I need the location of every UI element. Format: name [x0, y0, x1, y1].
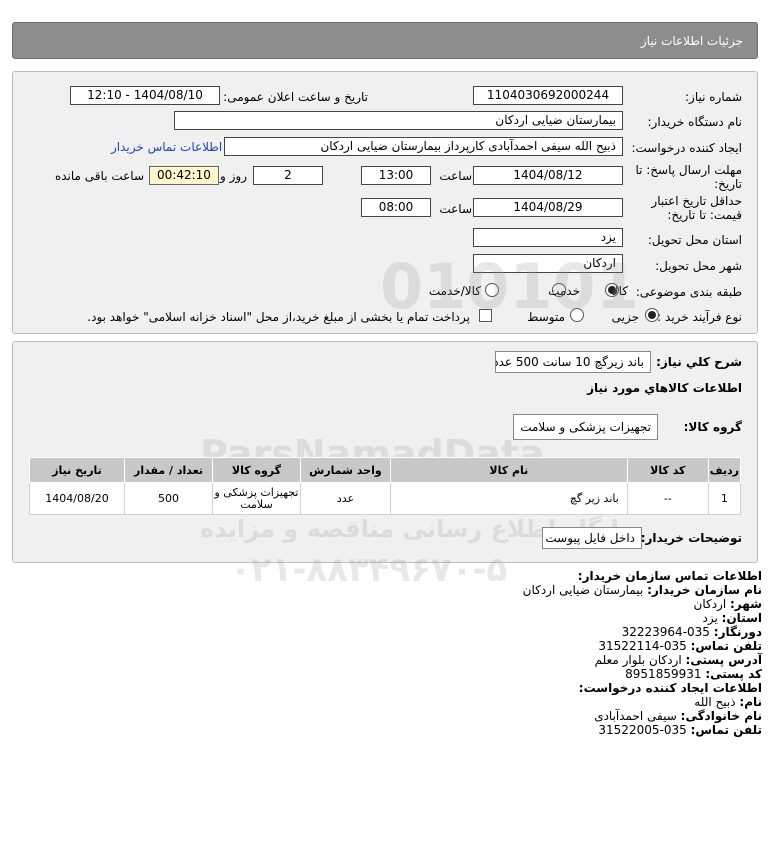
- contact-block: اطلاعات تماس سازمان خریدار: نام سازمان خ…: [432, 569, 762, 737]
- buyer-label: نام دستگاه خریدار:: [647, 115, 743, 129]
- page-title: جزئیات اطلاعات نیاز: [640, 34, 743, 48]
- items-table: ردیف کد کالا نام کالا واحد شمارش گروه کا…: [28, 457, 742, 515]
- col-header-unit: واحد شمارش: [299, 457, 391, 483]
- cell-name: باند زیر گچ: [389, 482, 628, 515]
- fax-value: 035-32223964: [621, 625, 710, 639]
- buyer-notes-field: داخل فایل پیوست: [542, 527, 642, 549]
- remaining-time-field: 00:42:10: [149, 166, 219, 185]
- buyer-notes-label: توضیحات خریدار:: [640, 531, 742, 545]
- need-number-label: شماره نیاز:: [685, 90, 742, 104]
- last-name-value: سیفی احمدآبادی: [594, 709, 677, 723]
- contact-city-value: اردکان: [693, 597, 727, 611]
- fax-label: دورنگار:: [713, 625, 762, 639]
- city-label: شهر محل تحویل:: [655, 259, 742, 273]
- col-header-group: گروه کالا: [211, 457, 301, 483]
- creator-phone-value: 035-31522005: [598, 723, 687, 737]
- treasury-checkbox[interactable]: [479, 309, 492, 322]
- announce-label: تاریخ و ساعت اعلان عمومی:: [223, 90, 368, 104]
- cell-code: --: [626, 482, 709, 515]
- first-name-label: نام:: [739, 695, 762, 709]
- process-option-medium: متوسط: [527, 310, 565, 324]
- category-label: طبقه بندی موضوعی:: [635, 285, 742, 299]
- need-number-field[interactable]: 1104030692000244: [473, 86, 623, 105]
- cell-group: تجهیزات پزشکی و سلامت: [211, 482, 301, 515]
- buyer-contact-link[interactable]: اطلاعات تماس خریدار: [111, 140, 222, 154]
- category-option-service: خدمت: [548, 284, 580, 298]
- deadline-label: مهلت ارسال پاسخ: تا تاریخ:: [635, 163, 742, 191]
- cell-date: 1404/08/20: [28, 482, 126, 515]
- cell-unit: عدد: [299, 482, 391, 515]
- deadline-time-field[interactable]: 13:00: [361, 166, 431, 185]
- buyer-field[interactable]: بیمارستان ضیایی اردکان: [174, 111, 623, 130]
- deadline-date-field[interactable]: 1404/08/12: [473, 166, 623, 185]
- goods-info-heading: اطلاعات کالاهاي مورد نياز: [587, 381, 742, 395]
- days-label: روز و: [220, 169, 247, 183]
- summary-label: شرح کلي نياز:: [656, 355, 742, 369]
- deadline-time-label: ساعت: [439, 169, 472, 183]
- creator-label: ایجاد کننده درخواست:: [631, 141, 742, 155]
- days-field[interactable]: 2: [253, 166, 323, 185]
- address-value: اردکان بلوار معلم: [594, 653, 682, 667]
- payment-note: پرداخت تمام یا بخشی از مبلغ خرید،از محل …: [87, 310, 470, 324]
- province-label: استان محل تحویل:: [647, 233, 742, 247]
- validity-label: حداقل تاریخ اعتبار قیمت: تا تاریخ:: [651, 194, 742, 222]
- creator-info-title: اطلاعات ایجاد کننده درخواست:: [578, 681, 762, 695]
- contact-title: اطلاعات تماس سازمان خریدار:: [577, 569, 762, 583]
- last-name-label: نام خانوادگی:: [680, 709, 762, 723]
- process-radio-medium[interactable]: [570, 308, 584, 322]
- col-header-qty: تعداد / مقدار: [124, 457, 213, 483]
- category-radio-goods-service[interactable]: [485, 283, 499, 297]
- org-name-value: بیمارستان ضیایی اردکان: [522, 583, 644, 597]
- contact-province-value: یزد: [702, 611, 718, 625]
- address-label: آدرس پستی:: [685, 653, 762, 667]
- col-header-date: تاریخ نیاز: [28, 457, 126, 483]
- process-option-minor: جزیی: [611, 310, 639, 324]
- category-option-goods-service: کالا/خدمت: [428, 284, 481, 298]
- first-name-value: ذبیح الله: [694, 695, 736, 709]
- group-label: گروه کالا:: [683, 420, 742, 434]
- col-header-row: ردیف: [707, 457, 742, 483]
- creator-phone-label: تلفن تماس:: [690, 723, 762, 737]
- col-header-code: کد کالا: [626, 457, 709, 483]
- needs-panel: [12, 341, 758, 563]
- phone-value: 035-31522114: [598, 639, 687, 653]
- province-field[interactable]: یزد: [473, 228, 623, 247]
- postal-label: کد پستی:: [705, 667, 762, 681]
- contact-province-label: استان:: [721, 611, 762, 625]
- postal-value: 8951859931: [625, 667, 702, 681]
- creator-field[interactable]: ذبیح الله سیفی احمدآبادی کارپرداز بیمارس…: [224, 137, 623, 156]
- validity-time-label: ساعت: [439, 202, 472, 216]
- remaining-time-label: ساعت باقی مانده: [54, 169, 144, 183]
- col-header-name: نام کالا: [389, 457, 628, 483]
- announce-field[interactable]: 1404/08/10 - 12:10: [70, 86, 220, 105]
- city-field[interactable]: اردکان: [473, 254, 623, 273]
- validity-time-field[interactable]: 08:00: [361, 198, 431, 217]
- cell-qty: 500: [124, 482, 213, 515]
- category-option-goods: کالا: [611, 284, 628, 298]
- table-row: 1 -- باند زیر گچ عدد تجهیزات پزشکی و سلا…: [28, 482, 742, 515]
- cell-row: 1: [707, 482, 742, 515]
- page-header: جزئیات اطلاعات نیاز: [12, 22, 758, 59]
- process-label: نوع فرآیند خرید :: [657, 310, 742, 324]
- phone-label: تلفن تماس:: [690, 639, 762, 653]
- org-name-label: نام سازمان خریدار:: [647, 583, 762, 597]
- contact-city-label: شهر:: [730, 597, 762, 611]
- group-field: تجهیزات پزشکی و سلامت: [513, 414, 658, 440]
- validity-date-field[interactable]: 1404/08/29: [473, 198, 623, 217]
- process-radio-minor[interactable]: [645, 308, 659, 322]
- summary-field: باند زیرگچ 10 سانت 500 عدد: [495, 351, 651, 373]
